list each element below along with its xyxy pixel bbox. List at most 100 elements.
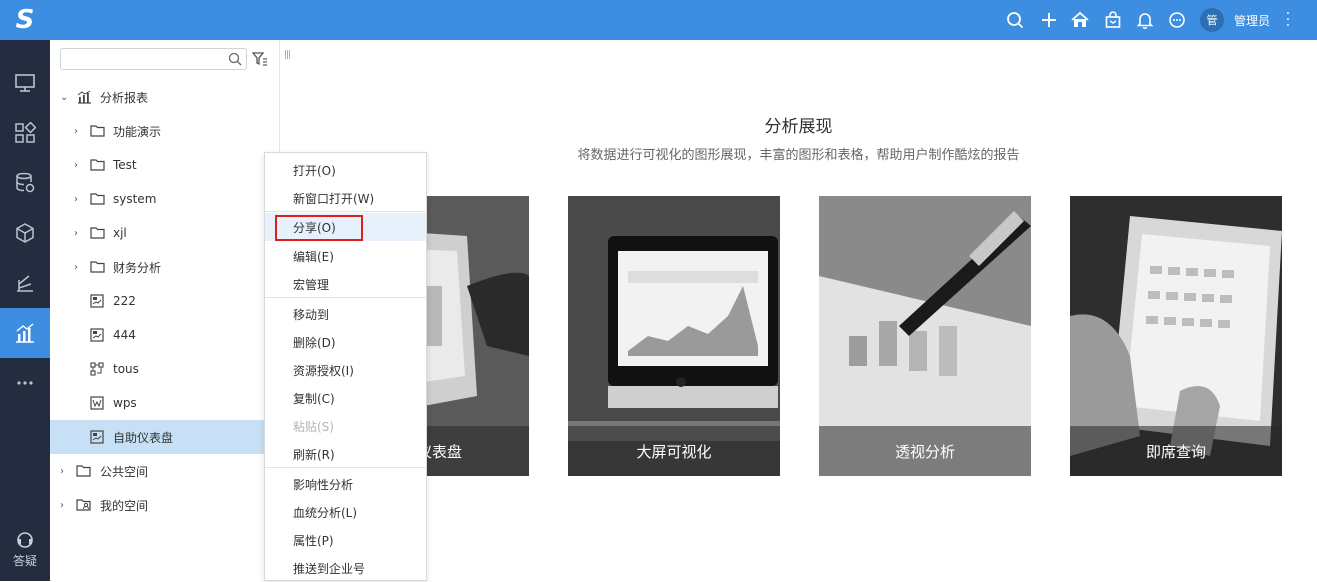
top-home-button[interactable]: [1069, 9, 1091, 31]
top-search-button[interactable]: [1004, 9, 1026, 31]
feature-card-adhoc-query[interactable]: 即席查询: [1070, 196, 1282, 476]
menu-item-open[interactable]: 打开(O): [265, 156, 426, 184]
tree-item-label: 444: [113, 328, 136, 342]
menu-item-impact-analysis[interactable]: 影响性分析: [265, 470, 426, 498]
logo-text: S: [15, 5, 35, 35]
card-caption: 即席查询: [1070, 426, 1282, 476]
home-icon: [1071, 11, 1089, 27]
tree-item-flow[interactable]: tous: [50, 352, 280, 386]
feature-card-big-screen[interactable]: 大屏可视化: [568, 196, 780, 476]
menu-item-copy[interactable]: 复制(C): [265, 384, 426, 412]
tree-item-label: 我的空间: [100, 498, 149, 513]
dashboard-file-icon: [90, 328, 104, 342]
tree-item-analysis-reports[interactable]: ⌄ 分析报表: [50, 80, 280, 114]
menu-item-delete[interactable]: 删除(D): [265, 328, 426, 356]
tree-item-wps[interactable]: wps: [50, 386, 280, 420]
tree-item-label: 自助仪表盘: [113, 430, 174, 445]
menu-item-paste[interactable]: 粘贴(S): [265, 412, 426, 440]
rail-monitor-icon[interactable]: [0, 58, 50, 108]
tree-item-label: tous: [113, 362, 139, 376]
layers-icon: [17, 275, 33, 292]
tree-item-folder[interactable]: › 财务分析: [50, 250, 280, 284]
chart-icon: [16, 323, 34, 343]
feature-card-pivot[interactable]: 透视分析: [819, 196, 1031, 476]
folder-icon: [90, 227, 105, 239]
tree-search-input[interactable]: [67, 49, 227, 69]
rail-database-icon[interactable]: [0, 158, 50, 208]
tree-item-label: 公共空间: [100, 464, 149, 479]
help-button[interactable]: 答疑: [0, 531, 50, 569]
highlight-box: [275, 215, 363, 241]
chevron-right-icon[interactable]: ›: [74, 228, 78, 239]
username[interactable]: 管理员: [1234, 12, 1270, 29]
context-menu: 打开(O) 新窗口打开(W) 分享(O) 编辑(E) 宏管理 移动到 删除(D)…: [264, 152, 427, 581]
menu-item-properties[interactable]: 属性(P): [265, 526, 426, 554]
flow-icon: [90, 362, 104, 376]
rail-more-icon[interactable]: [0, 358, 50, 408]
report-chart-icon: [77, 90, 91, 104]
dashboard-file-icon: [90, 294, 104, 308]
search-icon[interactable]: [228, 52, 242, 66]
chevron-right-icon[interactable]: ›: [74, 194, 78, 205]
folder-icon: [90, 261, 105, 273]
database-icon: [16, 172, 35, 193]
menu-item-lineage-analysis[interactable]: 血统分析(L): [265, 498, 426, 526]
top-bar: 管 管理员 · · ·: [50, 0, 1317, 40]
tree-item-label: wps: [113, 396, 137, 410]
chevron-right-icon[interactable]: ›: [60, 500, 64, 511]
menu-item-move-to[interactable]: 移动到: [265, 300, 426, 328]
tree-item-dashboard[interactable]: 444: [50, 318, 280, 352]
tree-item-dashboard[interactable]: 222: [50, 284, 280, 318]
rail-chart-icon[interactable]: [0, 308, 50, 358]
page-subtitle: 将数据进行可视化的图形展现，丰富的图形和表格，帮助用户制作酷炫的报告: [577, 148, 1020, 163]
expand-arrow-icon[interactable]: ⌄: [60, 92, 68, 103]
menu-separator: [265, 297, 426, 298]
monitor-icon: [15, 74, 35, 92]
menu-item-edit[interactable]: 编辑(E): [265, 242, 426, 270]
card-caption: 大屏可视化: [568, 426, 780, 476]
tree-item-public-space[interactable]: › 公共空间: [50, 454, 280, 488]
menu-item-macro[interactable]: 宏管理: [265, 270, 426, 298]
menu-item-share[interactable]: 分享(O): [265, 213, 426, 241]
search-icon: [1007, 12, 1024, 29]
top-bell-button[interactable]: [1134, 9, 1156, 31]
tree-search-field[interactable]: [60, 48, 247, 70]
menu-item-push-enterprise[interactable]: 推送到企业号: [265, 554, 426, 582]
more-menu-icon[interactable]: · · ·: [1284, 7, 1292, 33]
chevron-right-icon[interactable]: ›: [74, 262, 78, 273]
left-rail: S 答疑: [0, 0, 50, 581]
top-add-button[interactable]: [1038, 9, 1060, 31]
folder-icon: [76, 465, 91, 477]
menu-item-refresh[interactable]: 刷新(R): [265, 440, 426, 468]
tree-item-folder[interactable]: › system: [50, 182, 280, 216]
panel-resize-handle[interactable]: |||: [284, 50, 291, 60]
chevron-right-icon[interactable]: ›: [60, 466, 64, 477]
avatar[interactable]: 管: [1200, 8, 1224, 32]
chat-icon: [1169, 12, 1185, 28]
tree-item-label: xjl: [113, 226, 127, 240]
tree-item-my-space[interactable]: › 我的空间: [50, 488, 280, 522]
filter-icon[interactable]: [252, 51, 268, 67]
help-label: 答疑: [12, 554, 37, 568]
menu-separator: [265, 467, 426, 468]
folder-icon: [90, 193, 105, 205]
menu-item-open-new-window[interactable]: 新窗口打开(W): [265, 184, 426, 212]
menu-separator: [265, 211, 426, 212]
tree-item-folder[interactable]: › xjl: [50, 216, 280, 250]
top-bag-button[interactable]: [1102, 9, 1124, 31]
tree-item-dashboard-selected[interactable]: 自助仪表盘: [50, 420, 280, 454]
wps-file-icon: [90, 396, 104, 410]
more-icon: [17, 381, 33, 385]
user-folder-icon: [76, 499, 91, 511]
bell-icon: [1136, 13, 1154, 29]
cube-icon: [16, 223, 34, 243]
rail-layers-icon[interactable]: [0, 258, 50, 308]
top-chat-button[interactable]: [1166, 9, 1188, 31]
dashboard-file-icon: [90, 430, 104, 444]
headset-icon: [17, 532, 33, 548]
rail-cube-icon[interactable]: [0, 208, 50, 258]
menu-item-authorize[interactable]: 资源授权(I): [265, 356, 426, 384]
tree-item-label: 财务分析: [113, 260, 162, 275]
tree-item-label: 222: [113, 294, 136, 308]
app-logo[interactable]: S: [0, 0, 50, 40]
